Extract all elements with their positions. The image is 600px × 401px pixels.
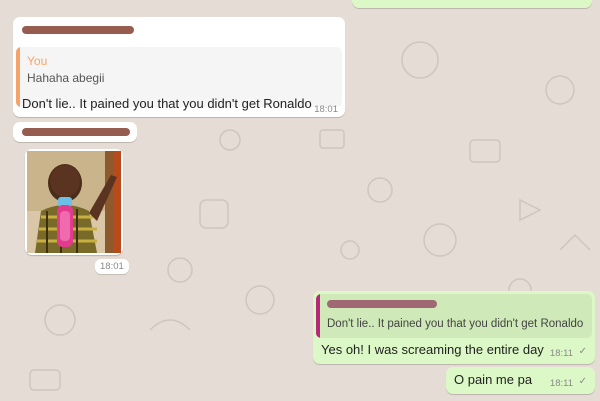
message-text: O pain me pa (454, 372, 533, 387)
message-time: 18:01 (314, 104, 338, 115)
quote-accent-bar (16, 47, 20, 107)
sender-name-redacted (22, 26, 134, 34)
quote-author-redacted (327, 300, 437, 308)
sender-name-redacted (22, 128, 130, 136)
photo-time: 18:01 (95, 259, 129, 274)
photo-image (27, 151, 121, 253)
message-bubble-outgoing-partial[interactable]: ✓ (352, 0, 592, 8)
quote-text: Hahaha abegii (27, 71, 105, 85)
sender-name-bubble (13, 122, 137, 142)
quote-text: Don't lie.. It pained you that you didn'… (327, 318, 584, 330)
message-text: Yes oh! I was screaming the entire day (321, 342, 544, 357)
photo-message[interactable]: 18:01 (25, 149, 129, 274)
quote-author: You (27, 54, 48, 68)
message-time: 18:11 (549, 348, 573, 359)
quote-accent-bar (316, 294, 320, 338)
quoted-message[interactable]: Don't lie.. It pained you that you didn'… (316, 294, 592, 338)
message-bubble-incoming-1[interactable]: You Hahaha abegii Don't lie.. It pained … (13, 17, 345, 117)
check-icon: ✓ (578, 376, 587, 387)
message-bubble-outgoing-2[interactable]: O pain me pa 18:11 ✓ (446, 367, 595, 394)
check-icon: ✓ (576, 0, 584, 3)
message-text: Don't lie.. It pained you that you didn'… (22, 96, 312, 111)
message-bubble-outgoing-1[interactable]: Don't lie.. It pained you that you didn'… (313, 291, 595, 364)
message-time: 18:11 (549, 378, 573, 389)
check-icon: ✓ (578, 346, 587, 357)
